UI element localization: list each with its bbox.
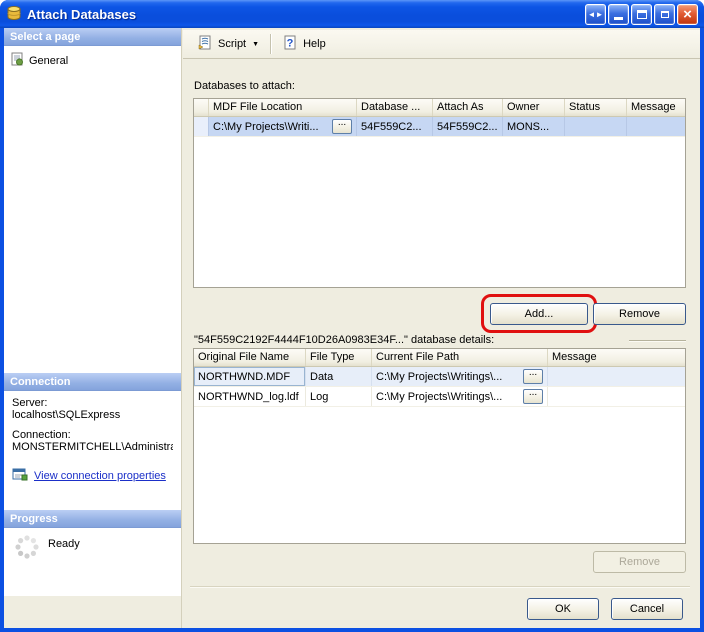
titlebar[interactable]: Attach Databases ◄► × bbox=[0, 0, 704, 28]
attach-as-cell[interactable]: 54F559C2... bbox=[433, 117, 503, 136]
column-header-file-type[interactable]: File Type bbox=[306, 349, 372, 366]
sidebar-item-general[interactable]: General bbox=[4, 46, 181, 75]
add-button[interactable]: Add... bbox=[490, 303, 588, 325]
browse-button[interactable]: ... bbox=[523, 369, 543, 384]
table-row[interactable]: NORTHWND_log.ldf Log C:\My Projects\Writ… bbox=[194, 387, 685, 407]
message-cell[interactable] bbox=[627, 117, 685, 136]
column-header-attach-as[interactable]: Attach As bbox=[433, 99, 503, 116]
progress-spinner-icon bbox=[14, 534, 40, 563]
ok-button[interactable]: OK bbox=[527, 598, 599, 620]
server-value: localhost\SQLExpress bbox=[12, 409, 173, 421]
dialog-body: Select a page General Connec bbox=[4, 28, 700, 628]
connection-panel: Server: localhost\SQLExpress Connection:… bbox=[4, 391, 181, 510]
column-header-current-file-path[interactable]: Current File Path bbox=[372, 349, 548, 366]
file-type-cell[interactable]: Log bbox=[306, 387, 372, 406]
cancel-button[interactable]: Cancel bbox=[611, 598, 683, 620]
script-button-label: Script bbox=[218, 38, 246, 50]
column-header-message[interactable]: Message bbox=[627, 99, 685, 116]
connection-properties-icon bbox=[12, 467, 28, 485]
titlebar-buttons: ◄► × bbox=[585, 4, 698, 25]
column-header-original-file-name[interactable]: Original File Name bbox=[194, 349, 306, 366]
toolbar: Script ▼ ? Help bbox=[183, 30, 700, 59]
current-file-path-value: C:\My Projects\Writings\... bbox=[376, 371, 502, 383]
attach-databases-dialog: Attach Databases ◄► × Select a page bbox=[0, 0, 704, 632]
database-details-label: "54F559C2192F4444F10D26A0983E34F..." dat… bbox=[194, 334, 494, 346]
server-label: Server: bbox=[12, 397, 173, 409]
table-row[interactable]: NORTHWND.MDF Data C:\My Projects\Writing… bbox=[194, 367, 685, 387]
restore-button[interactable] bbox=[654, 4, 675, 25]
database-icon bbox=[6, 5, 22, 24]
remove-button[interactable]: Remove bbox=[593, 303, 686, 325]
script-button[interactable]: Script ▼ bbox=[191, 32, 265, 57]
bottom-separator bbox=[190, 586, 690, 588]
minimize-icon bbox=[614, 17, 623, 20]
view-connection-properties-link[interactable]: View connection properties bbox=[34, 470, 166, 482]
attach-table-header: MDF File Location Database ... Attach As… bbox=[194, 99, 685, 117]
sidebar-item-label: General bbox=[29, 55, 68, 67]
current-file-path-cell[interactable]: C:\My Projects\Writings\... ... bbox=[372, 387, 548, 406]
connection-header: Connection bbox=[4, 373, 181, 391]
message-cell[interactable] bbox=[548, 367, 685, 386]
close-button[interactable]: × bbox=[677, 4, 698, 25]
window-title: Attach Databases bbox=[27, 7, 585, 22]
column-header-owner[interactable]: Owner bbox=[503, 99, 565, 116]
help-icon: ? bbox=[282, 35, 298, 54]
browse-button[interactable]: ... bbox=[332, 119, 352, 134]
mdf-file-location-value: C:\My Projects\Writi... bbox=[213, 121, 319, 133]
maximize-button[interactable] bbox=[631, 4, 652, 25]
select-page-header: Select a page bbox=[4, 28, 181, 46]
progress-panel: Ready bbox=[4, 528, 181, 596]
details-remove-button: Remove bbox=[593, 551, 686, 573]
browse-button[interactable]: ... bbox=[523, 389, 543, 404]
help-button-label: Help bbox=[303, 38, 326, 50]
toolbar-separator bbox=[270, 34, 271, 54]
mdf-file-location-cell[interactable]: C:\My Projects\Writi... ... bbox=[209, 117, 357, 136]
general-page-icon bbox=[10, 52, 24, 69]
script-dropdown-icon: ▼ bbox=[252, 41, 259, 48]
dock-button[interactable]: ◄► bbox=[585, 4, 606, 25]
original-file-name-cell[interactable]: NORTHWND_log.ldf bbox=[194, 387, 306, 406]
details-separator-line bbox=[629, 340, 686, 341]
maximize-icon bbox=[637, 10, 647, 19]
details-table-header: Original File Name File Type Current Fil… bbox=[194, 349, 685, 367]
table-row[interactable]: C:\My Projects\Writi... ... 54F559C2... … bbox=[194, 117, 685, 137]
status-cell[interactable] bbox=[565, 117, 627, 136]
column-header-database[interactable]: Database ... bbox=[357, 99, 433, 116]
minimize-button[interactable] bbox=[608, 4, 629, 25]
script-icon bbox=[197, 35, 213, 54]
page-list: General bbox=[4, 46, 181, 373]
database-cell[interactable]: 54F559C2... bbox=[357, 117, 433, 136]
owner-cell[interactable]: MONS... bbox=[503, 117, 565, 136]
row-selector[interactable] bbox=[194, 117, 209, 136]
column-header-message[interactable]: Message bbox=[548, 349, 685, 366]
svg-text:?: ? bbox=[287, 37, 294, 49]
connection-label: Connection: bbox=[12, 429, 173, 441]
current-file-path-value: C:\My Projects\Writings\... bbox=[376, 391, 502, 403]
restore-icon bbox=[661, 11, 669, 18]
sidebar: Select a page General Connec bbox=[4, 28, 181, 596]
column-header-mdf-file-location[interactable]: MDF File Location bbox=[209, 99, 357, 116]
databases-to-attach-label: Databases to attach: bbox=[194, 80, 295, 92]
help-button[interactable]: ? Help bbox=[276, 32, 332, 57]
message-cell[interactable] bbox=[548, 387, 685, 406]
original-file-name-cell[interactable]: NORTHWND.MDF bbox=[194, 367, 306, 386]
file-type-cell[interactable]: Data bbox=[306, 367, 372, 386]
database-details-table[interactable]: Original File Name File Type Current Fil… bbox=[193, 348, 686, 544]
main-panel: Script ▼ ? Help Databases to attach: bbox=[181, 28, 700, 628]
current-file-path-cell[interactable]: C:\My Projects\Writings\... ... bbox=[372, 367, 548, 386]
databases-to-attach-table[interactable]: MDF File Location Database ... Attach As… bbox=[193, 98, 686, 288]
connection-value: MONSTERMITCHELL\Administra bbox=[12, 441, 173, 453]
progress-status: Ready bbox=[48, 538, 80, 550]
progress-header: Progress bbox=[4, 510, 181, 528]
row-selector-header bbox=[194, 99, 209, 116]
column-header-status[interactable]: Status bbox=[565, 99, 627, 116]
